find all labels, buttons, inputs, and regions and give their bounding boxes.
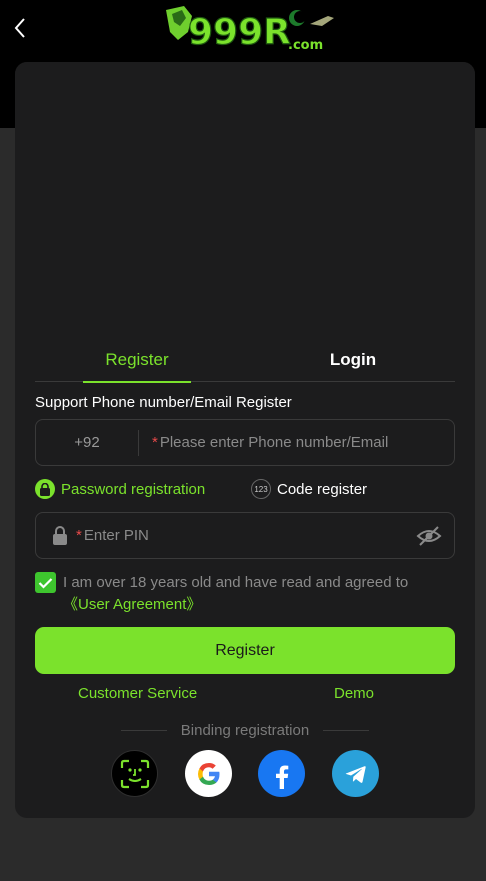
telegram-icon <box>345 765 366 783</box>
tab-login[interactable]: Login <box>299 338 407 382</box>
face-id-icon <box>120 759 149 788</box>
binding-registration-label: Binding registration <box>15 720 475 740</box>
agreement-text: I am over 18 years old and have read and… <box>63 572 455 616</box>
divider-line <box>323 729 370 731</box>
code-option-label: Code register <box>277 480 368 498</box>
eye-off-icon[interactable] <box>416 525 442 547</box>
back-button[interactable] <box>8 14 32 42</box>
agreement-checkbox[interactable] <box>35 572 56 593</box>
required-mark: * <box>152 434 158 451</box>
facebook-icon <box>275 765 288 789</box>
password-registration-option[interactable]: Password registration <box>35 478 205 500</box>
binding-label-text: Binding registration <box>180 721 310 739</box>
svg-text:.com: .com <box>288 38 323 53</box>
customer-service-link[interactable]: Customer Service <box>78 685 197 702</box>
numeric-code-icon: 123 <box>251 479 271 499</box>
face-id-button[interactable] <box>111 750 158 797</box>
tab-bar: Register Login <box>35 338 455 383</box>
pin-input[interactable]: * Enter PIN <box>76 513 149 558</box>
demo-link[interactable]: Demo <box>334 685 374 702</box>
svg-text:999R: 999R <box>188 12 291 53</box>
pin-lock-icon <box>53 526 67 545</box>
banner-area <box>15 62 475 324</box>
register-modal: Register Login Support Phone number/Emai… <box>15 62 475 818</box>
google-icon <box>197 762 219 785</box>
lock-icon <box>35 479 55 499</box>
code-register-option[interactable]: 123 Code register <box>251 478 367 500</box>
facebook-button[interactable] <box>258 750 305 797</box>
check-icon <box>38 577 53 589</box>
chevron-left-icon <box>14 18 25 38</box>
pin-placeholder: Enter PIN <box>83 527 149 544</box>
phone-placeholder: Please enter Phone number/Email <box>159 434 389 451</box>
register-button[interactable]: Register <box>35 627 455 674</box>
password-option-label: Password registration <box>61 480 206 498</box>
phone-email-input[interactable]: * Please enter Phone number/Email <box>152 420 388 465</box>
phone-email-field: +92 * Please enter Phone number/Email <box>35 419 455 466</box>
telegram-button[interactable] <box>332 750 379 797</box>
support-label: Support Phone number/Email Register <box>35 394 292 411</box>
country-code-select[interactable]: +92 <box>36 420 138 465</box>
divider-line <box>120 729 167 731</box>
required-mark: * <box>76 527 82 544</box>
site-logo: 999R .com <box>166 6 334 54</box>
field-divider <box>138 430 139 456</box>
pin-field: * Enter PIN <box>35 512 455 559</box>
user-agreement-link[interactable]: 《User Agreement》 <box>63 596 201 613</box>
agreement-statement: I am over 18 years old and have read and… <box>63 574 409 591</box>
tab-register[interactable]: Register <box>83 338 191 383</box>
code-icon-text: 123 <box>254 484 268 494</box>
google-button[interactable] <box>185 750 232 797</box>
